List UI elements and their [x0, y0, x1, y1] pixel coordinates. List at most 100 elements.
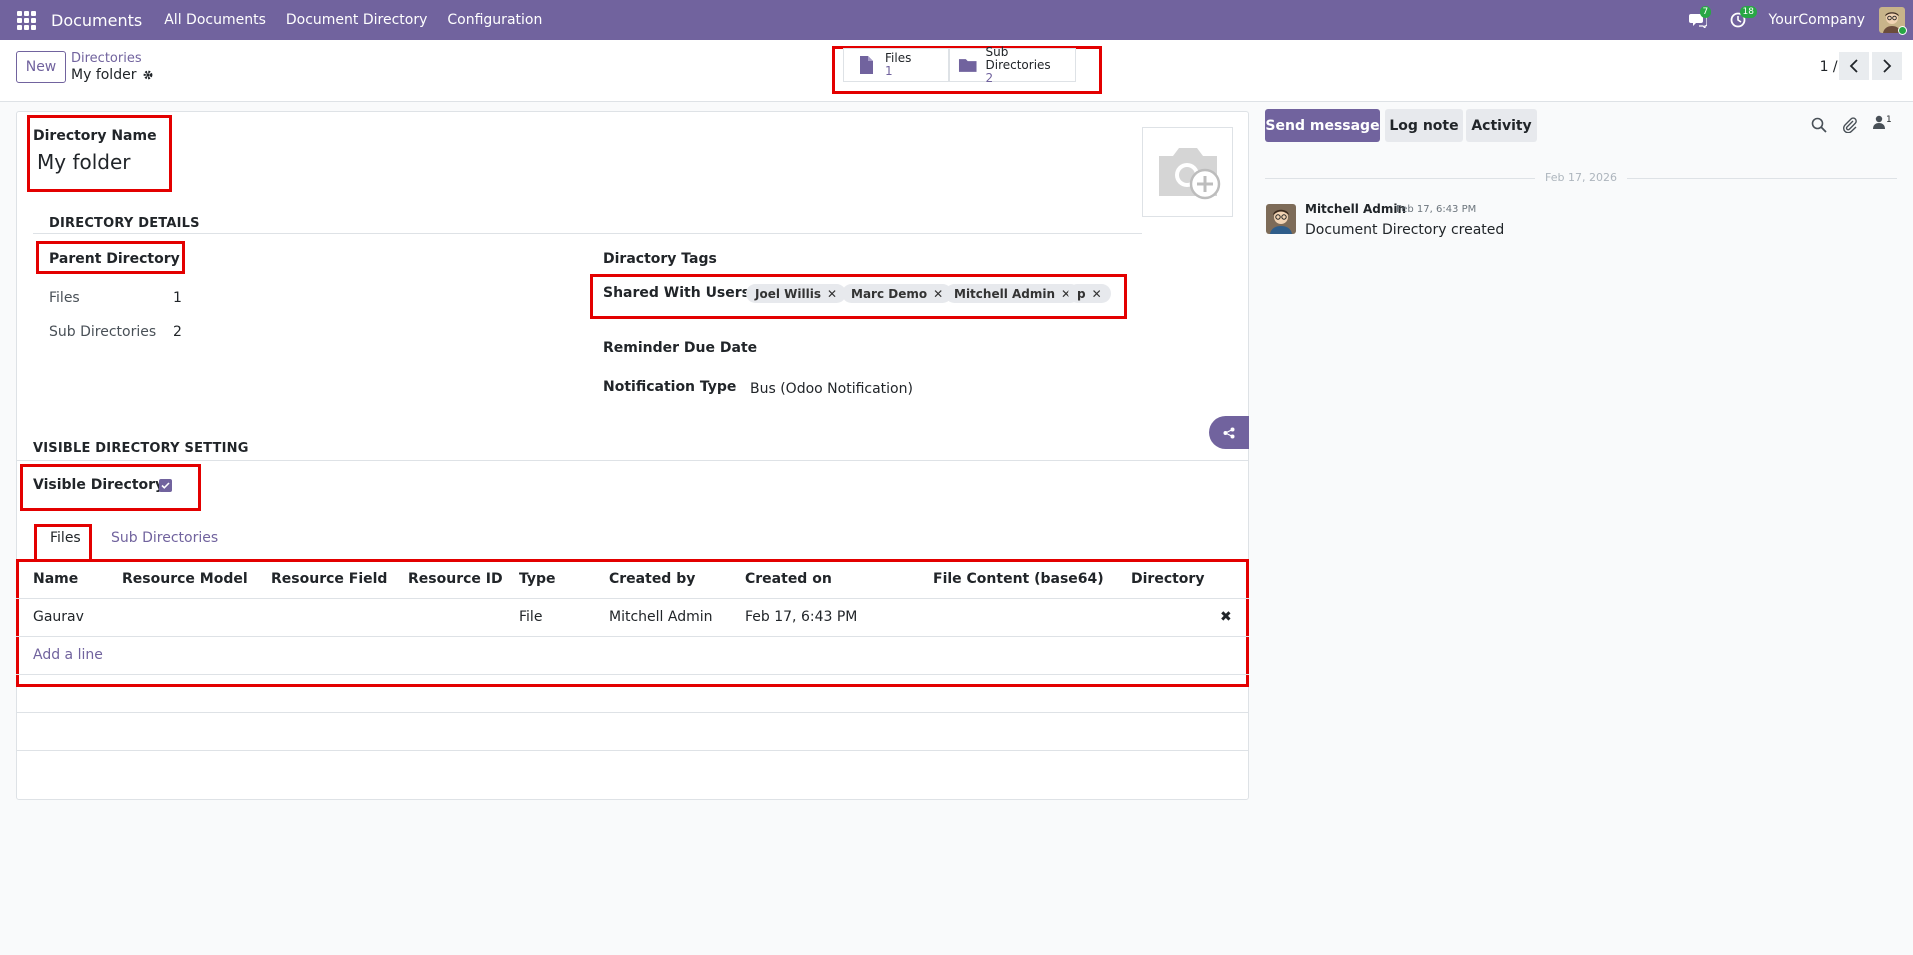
column-header-resource-field[interactable]: Resource Field — [271, 571, 387, 587]
user-tag-label: Marc Demo — [851, 286, 928, 301]
row-divider — [16, 636, 1249, 637]
reminder-due-date-label: Reminder Due Date — [603, 340, 758, 356]
app-brand[interactable]: Documents — [51, 11, 142, 30]
message-date: Feb 17, 6:43 PM — [1396, 204, 1477, 215]
files-count: 1 — [173, 290, 182, 306]
parent-directory-label: Parent Directory — [49, 251, 180, 267]
tab-files[interactable]: Files — [50, 530, 81, 546]
menu-configuration[interactable]: Configuration — [447, 12, 542, 28]
directory-name-label: Directory Name — [33, 128, 157, 144]
user-icon — [1873, 115, 1885, 129]
user-avatar[interactable] — [1879, 7, 1907, 35]
file-icon — [860, 56, 873, 74]
remove-tag-icon[interactable]: ✕ — [1092, 287, 1102, 301]
search-icon[interactable] — [1811, 117, 1827, 133]
paperclip-icon[interactable] — [1842, 117, 1858, 133]
files-smart-button[interactable]: Files 1 — [843, 48, 949, 82]
user-tag-joel-willis: Joel Willis ✕ — [746, 284, 847, 303]
send-message-button[interactable]: Send message — [1265, 109, 1380, 142]
message-body: Document Directory created — [1305, 222, 1505, 238]
details-divider — [33, 233, 1142, 234]
author-avatar[interactable] — [1266, 204, 1296, 234]
column-header-created-by[interactable]: Created by — [609, 571, 695, 587]
directory-name-input[interactable]: My folder — [37, 150, 131, 174]
share-button[interactable] — [1209, 416, 1249, 449]
breadcrumb-current-label: My folder — [71, 67, 137, 83]
date-separator: Feb 17, 2026 — [1545, 171, 1617, 184]
subdirectories-smart-button[interactable]: Sub Directories 2 — [949, 44, 1076, 85]
cell-type: File — [519, 609, 543, 625]
table-header-divider — [16, 598, 1249, 599]
notification-type-value[interactable]: Bus (Odoo Notification) — [750, 381, 913, 397]
image-upload[interactable] — [1142, 127, 1233, 217]
checkmark-icon — [161, 482, 170, 489]
column-header-directory[interactable]: Directory — [1131, 571, 1204, 587]
notification-type-label: Notification Type — [603, 379, 737, 395]
pager-next-button[interactable] — [1872, 52, 1902, 80]
breadcrumb-directories[interactable]: Directories — [71, 51, 142, 66]
gear-icon[interactable] — [142, 69, 154, 81]
cell-created-by: Mitchell Admin — [609, 609, 713, 625]
cell-name: Gaurav — [33, 609, 84, 625]
subdirectories-count: 2 — [173, 324, 182, 340]
remove-tag-icon[interactable]: ✕ — [827, 287, 837, 301]
row-divider — [16, 674, 1249, 675]
user-tag-label: Joel Willis — [755, 286, 821, 301]
followers-button[interactable]: 1 — [1873, 115, 1892, 129]
folder-icon — [958, 59, 977, 72]
date-separator-line-left — [1265, 178, 1535, 179]
apps-grid-icon[interactable] — [17, 10, 37, 30]
column-header-resource-id[interactable]: Resource ID — [408, 571, 503, 587]
activities-count-badge: 18 — [1739, 6, 1757, 18]
messages-count-badge: 7 — [1699, 6, 1712, 18]
chevron-left-icon — [1849, 59, 1858, 73]
company-switcher[interactable]: YourCompany — [1769, 12, 1866, 28]
subdirectories-label: Sub Directories — [49, 324, 157, 340]
files-smart-value: 1 — [885, 64, 893, 78]
visible-directory-setting-title: VISIBLE DIRECTORY SETTING — [33, 441, 249, 456]
share-icon — [1223, 427, 1235, 438]
menu-document-directory[interactable]: Document Directory — [286, 12, 428, 28]
visible-directory-checkbox[interactable] — [159, 479, 172, 492]
activities-button[interactable]: 18 — [1723, 0, 1757, 40]
remove-tag-icon[interactable]: ✕ — [933, 287, 943, 301]
row-divider — [16, 750, 1249, 751]
user-tag-label: p — [1077, 286, 1086, 301]
user-tag-marc-demo: Marc Demo ✕ — [842, 284, 953, 303]
user-tag-p: p ✕ — [1068, 284, 1111, 303]
tab-sub-directories[interactable]: Sub Directories — [111, 530, 218, 546]
delete-row-icon[interactable]: ✖ — [1220, 609, 1232, 625]
control-panel: New Directories My folder Files 1 Sub Di… — [0, 40, 1913, 102]
subdirectories-smart-value: 2 — [985, 70, 994, 85]
chevron-right-icon — [1883, 59, 1892, 73]
user-tag-mitchell-admin: Mitchell Admin ✕ — [945, 284, 1081, 303]
menu-all-documents[interactable]: All Documents — [164, 12, 266, 28]
row-divider — [16, 712, 1249, 713]
camera-add-icon — [1158, 148, 1220, 200]
online-status-dot — [1898, 26, 1907, 35]
column-header-file-content[interactable]: File Content (base64) — [933, 571, 1104, 587]
date-separator-line-right — [1627, 178, 1897, 179]
followers-count: 1 — [1886, 115, 1892, 125]
directory-tags-label: Diractory Tags — [603, 251, 717, 267]
message-author[interactable]: Mitchell Admin — [1305, 202, 1406, 216]
activity-button[interactable]: Activity — [1466, 109, 1537, 142]
column-header-type[interactable]: Type — [519, 571, 556, 587]
top-navbar: Documents All Documents Document Directo… — [0, 0, 1913, 40]
subdirectories-smart-label: Sub Directories — [985, 44, 1051, 72]
pager-previous-button[interactable] — [1839, 52, 1869, 80]
user-tag-label: Mitchell Admin — [954, 286, 1056, 301]
visible-divider — [16, 460, 1249, 461]
new-button[interactable]: New — [16, 51, 66, 83]
directory-details-title: DIRECTORY DETAILS — [49, 216, 200, 231]
cell-created-on: Feb 17, 6:43 PM — [745, 609, 858, 625]
column-header-name[interactable]: Name — [33, 571, 78, 587]
column-header-created-on[interactable]: Created on — [745, 571, 832, 587]
visible-directory-label: Visible Directory — [33, 477, 165, 493]
log-note-button[interactable]: Log note — [1385, 109, 1463, 142]
add-a-line-link[interactable]: Add a line — [33, 647, 103, 663]
files-label: Files — [49, 290, 80, 306]
messages-button[interactable]: 7 — [1683, 0, 1713, 40]
column-header-resource-model[interactable]: Resource Model — [122, 571, 248, 587]
shared-with-users-label: Shared With Users — [603, 285, 750, 301]
